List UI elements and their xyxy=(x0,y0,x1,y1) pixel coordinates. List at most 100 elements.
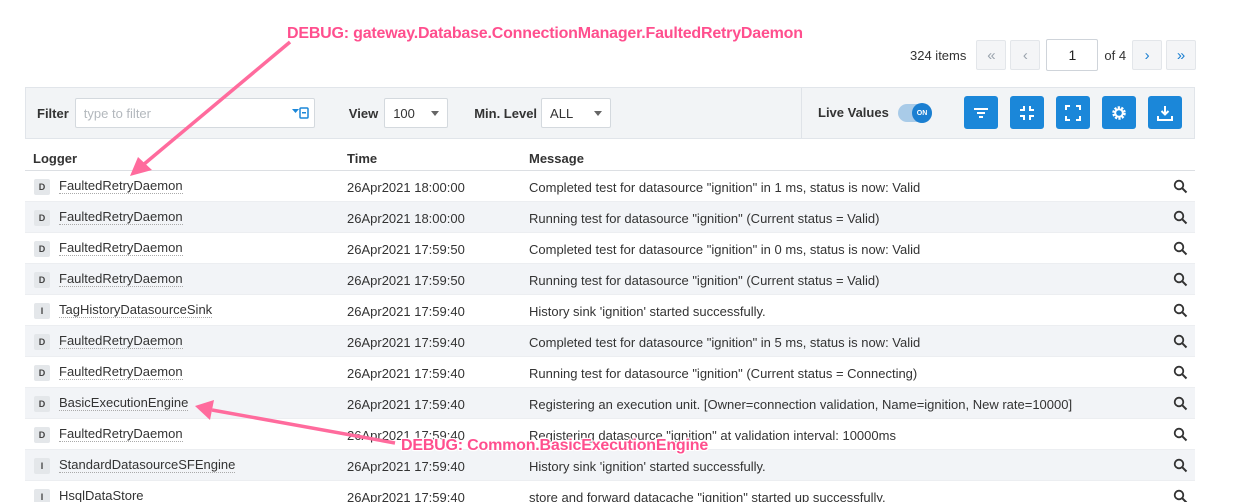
log-time: 26Apr2021 17:59:50 xyxy=(347,273,465,288)
filter-button[interactable] xyxy=(964,96,998,129)
toggle-knob: ON xyxy=(912,103,932,123)
column-header-logger[interactable]: Logger xyxy=(33,151,77,166)
table-header: Logger Time Message xyxy=(25,147,1195,171)
log-time: 26Apr2021 17:59:40 xyxy=(347,366,465,381)
filter-lines-icon xyxy=(974,107,988,118)
gear-icon xyxy=(1112,105,1126,120)
expand-icon xyxy=(1065,104,1081,121)
magnify-icon[interactable] xyxy=(1173,272,1188,290)
logger-name[interactable]: BasicExecutionEngine xyxy=(59,396,189,411)
log-message: Completed test for datasource "ignition"… xyxy=(529,180,921,195)
view-select[interactable]: 100 xyxy=(384,98,449,128)
table-row[interactable]: D BasicExecutionEngine 26Apr2021 17:59:40 R… xyxy=(25,388,1195,419)
log-message: Completed test for datasource "ignition"… xyxy=(529,242,921,257)
log-time: 26Apr2021 17:59:50 xyxy=(347,242,465,257)
level-badge: D xyxy=(34,272,50,288)
log-message: Registering an execution unit. [Owner=co… xyxy=(529,397,1073,412)
log-time: 26Apr2021 18:00:00 xyxy=(347,211,465,226)
filter-options-icon[interactable] xyxy=(291,106,309,125)
filter-label: Filter xyxy=(37,105,69,121)
level-badge: I xyxy=(34,303,50,319)
log-message: Running test for datasource "ignition" (… xyxy=(529,211,880,226)
level-badge: D xyxy=(34,365,50,381)
settings-button[interactable] xyxy=(1102,96,1136,129)
min-level-label: Min. Level xyxy=(474,105,538,121)
level-badge: D xyxy=(34,210,50,226)
level-badge: D xyxy=(34,334,50,350)
logger-name[interactable]: HsqlDataStore xyxy=(59,489,144,502)
logger-name[interactable]: FaultedRetryDaemon xyxy=(59,210,183,225)
level-badge: I xyxy=(34,458,50,474)
magnify-icon[interactable] xyxy=(1173,365,1188,383)
logger-name[interactable]: TagHistoryDatasourceSink xyxy=(59,303,213,318)
magnify-icon[interactable] xyxy=(1173,396,1188,414)
log-message: History sink 'ignition' started successf… xyxy=(529,459,766,474)
level-badge: D xyxy=(34,396,50,412)
live-values-label: Live Values xyxy=(818,105,889,120)
min-level-value: ALL xyxy=(550,105,574,121)
log-message: Running test for datasource "ignition" (… xyxy=(529,366,918,381)
next-page-button[interactable]: › xyxy=(1132,40,1163,70)
table-row[interactable]: D FaultedRetryDaemon 26Apr2021 18:00:00 Run… xyxy=(25,202,1195,233)
item-count: 324 items xyxy=(910,47,967,63)
log-time: 26Apr2021 17:59:40 xyxy=(347,397,465,412)
view-label: View xyxy=(348,105,379,121)
table-row[interactable]: I HsqlDataStore 26Apr2021 17:59:40 store an… xyxy=(25,481,1195,502)
toolbar-divider xyxy=(801,88,802,138)
table-row[interactable]: I TagHistoryDatasourceSink 26Apr2021 17:59… xyxy=(25,295,1195,326)
magnify-icon[interactable] xyxy=(1173,489,1188,502)
magnify-icon[interactable] xyxy=(1173,241,1188,259)
magnify-icon[interactable] xyxy=(1173,210,1188,228)
log-message: History sink 'ignition' started successf… xyxy=(529,304,766,319)
magnify-icon[interactable] xyxy=(1173,303,1188,321)
level-badge: D xyxy=(34,241,50,257)
magnify-icon[interactable] xyxy=(1173,427,1188,445)
magnify-icon[interactable] xyxy=(1173,458,1188,476)
live-values-toggle[interactable]: ON xyxy=(898,103,932,123)
logger-name[interactable]: StandardDatasourceSFEngine xyxy=(59,458,236,473)
download-button[interactable] xyxy=(1148,96,1182,129)
magnify-icon[interactable] xyxy=(1173,334,1188,352)
fullscreen-button[interactable] xyxy=(1056,96,1090,129)
annotation-top: DEBUG: gateway.Database.ConnectionManage… xyxy=(287,25,803,42)
view-select-value: 100 xyxy=(393,105,415,121)
logger-name[interactable]: FaultedRetryDaemon xyxy=(59,365,183,380)
table-row[interactable]: D FaultedRetryDaemon 26Apr2021 17:59:50 Com… xyxy=(25,233,1195,264)
table-row[interactable]: D FaultedRetryDaemon 26Apr2021 17:59:40 Com… xyxy=(25,326,1195,357)
log-time: 26Apr2021 17:59:40 xyxy=(347,490,465,502)
logger-name[interactable]: FaultedRetryDaemon xyxy=(59,179,183,194)
first-page-button[interactable]: « xyxy=(976,40,1007,70)
logger-name[interactable]: FaultedRetryDaemon xyxy=(59,427,183,442)
filter-field[interactable] xyxy=(74,98,315,128)
log-message: Completed test for datasource "ignition"… xyxy=(529,335,921,350)
prev-page-button[interactable]: ‹ xyxy=(1010,40,1041,70)
page-number-input[interactable] xyxy=(1046,39,1099,71)
filter-input[interactable] xyxy=(83,105,284,121)
download-icon xyxy=(1157,105,1173,121)
table-row[interactable]: D FaultedRetryDaemon 26Apr2021 17:59:50 Run… xyxy=(25,264,1195,295)
last-page-button[interactable]: » xyxy=(1166,40,1197,70)
column-header-message[interactable]: Message xyxy=(529,151,584,166)
log-message: store and forward datacache "ignition" s… xyxy=(529,490,886,502)
pagination: 324 items « ‹ of 4 › » xyxy=(910,39,1200,71)
annotation-bottom: DEBUG: Common.BasicExecutionEngine xyxy=(401,437,709,454)
min-level-select[interactable]: ALL xyxy=(541,98,612,128)
collapse-button[interactable] xyxy=(1010,96,1044,129)
log-time: 26Apr2021 17:59:40 xyxy=(347,304,465,319)
column-header-time[interactable]: Time xyxy=(347,151,377,166)
level-badge: D xyxy=(34,427,50,443)
table-row[interactable]: D FaultedRetryDaemon 26Apr2021 17:59:40 Run… xyxy=(25,357,1195,388)
compress-icon xyxy=(1020,105,1034,120)
logger-name[interactable]: FaultedRetryDaemon xyxy=(59,241,183,256)
chevron-down-icon xyxy=(594,111,603,116)
logger-name[interactable]: FaultedRetryDaemon xyxy=(59,334,183,349)
magnify-icon[interactable] xyxy=(1173,179,1188,197)
level-badge: I xyxy=(34,489,50,502)
log-time: 26Apr2021 18:00:00 xyxy=(347,180,465,195)
table-row[interactable]: D FaultedRetryDaemon 26Apr2021 18:00:00 Com… xyxy=(25,171,1195,202)
page-total: of 4 xyxy=(1104,47,1127,63)
logger-name[interactable]: FaultedRetryDaemon xyxy=(59,272,183,287)
level-badge: D xyxy=(34,179,50,195)
log-time: 26Apr2021 17:59:40 xyxy=(347,335,465,350)
log-time: 26Apr2021 17:59:40 xyxy=(347,459,465,474)
